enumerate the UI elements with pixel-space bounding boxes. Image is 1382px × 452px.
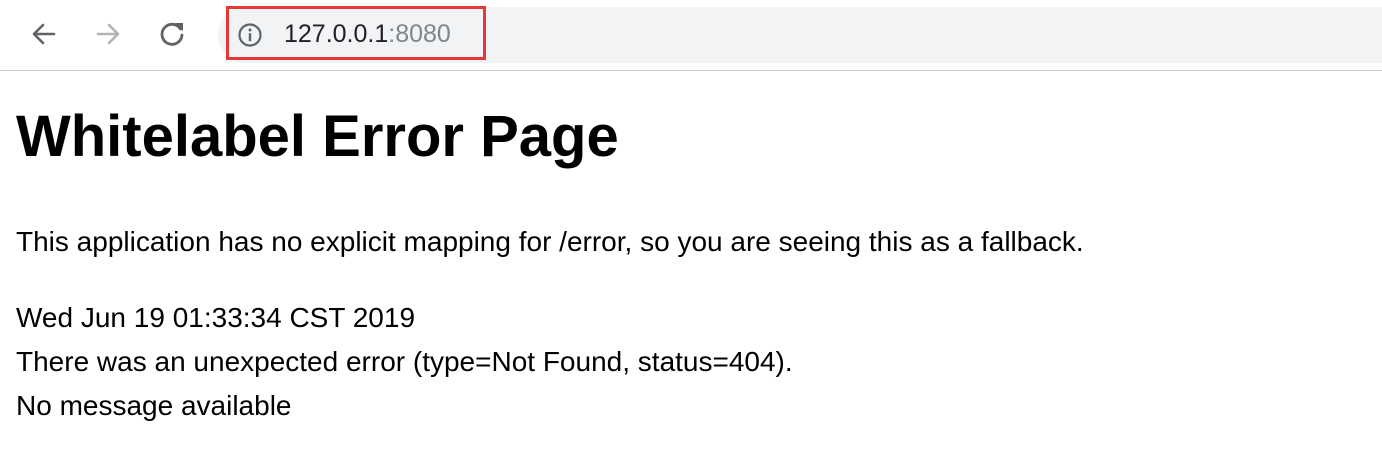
url-host: 127.0.0.1 <box>284 20 389 48</box>
forward-button[interactable] <box>88 14 128 54</box>
arrow-left-icon <box>32 23 56 45</box>
error-type-status: There was an unexpected error (type=Not … <box>16 346 793 377</box>
reload-button[interactable] <box>152 14 192 54</box>
page-content: Whitelabel Error Page This application h… <box>16 72 1366 428</box>
error-message: No message available <box>16 390 292 421</box>
reload-icon <box>160 22 184 46</box>
url-text[interactable]: 127.0.0.1:8080 <box>284 18 451 50</box>
error-description: This application has no explicit mapping… <box>16 226 1084 257</box>
info-circle-icon[interactable] <box>237 22 263 48</box>
error-timestamp: Wed Jun 19 01:33:34 CST 2019 <box>16 302 416 333</box>
browser-toolbar: 127.0.0.1:8080 <box>0 0 1382 71</box>
back-button[interactable] <box>24 14 64 54</box>
url-port: :8080 <box>388 20 451 48</box>
page-title: Whitelabel Error Page <box>16 104 619 169</box>
error-details: Wed Jun 19 01:33:34 CST 2019 There was a… <box>16 296 1366 428</box>
arrow-right-icon <box>96 23 120 45</box>
